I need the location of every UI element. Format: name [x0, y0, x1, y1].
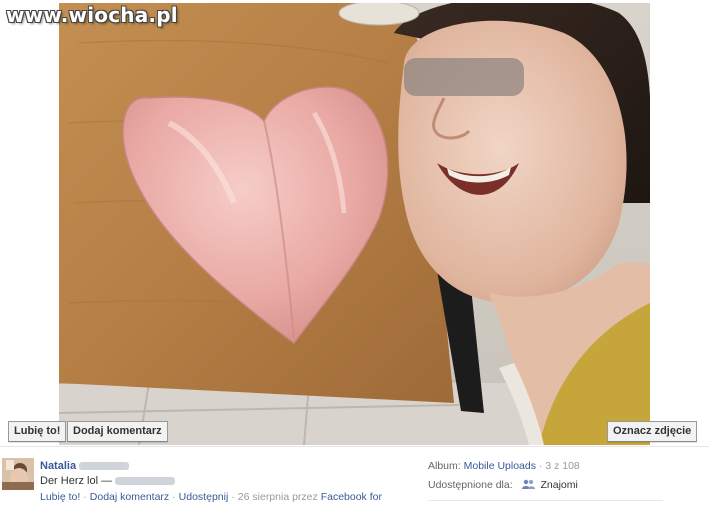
owner-name-link[interactable]: Natalia — [40, 460, 76, 472]
watermark-text: www.wiocha.pl — [6, 3, 178, 27]
separator: · — [83, 491, 87, 503]
separator: · — [172, 491, 176, 503]
redacted-tag — [115, 477, 176, 486]
like-link[interactable]: Lubię to! — [40, 491, 80, 503]
audience-value[interactable]: Znajomi — [541, 479, 578, 491]
album-label: Album: — [428, 460, 461, 472]
photo-stage: www.wiocha.pl Lubię to! Dodaj komentarz … — [0, 0, 709, 447]
tag-photo-button[interactable]: Oznacz zdjęcie — [607, 421, 698, 442]
post-actions: Lubię to! · Dodaj komentarz · Udostępnij · 26 … — [40, 491, 382, 503]
separator: · — [231, 491, 235, 503]
friends-icon — [521, 479, 535, 489]
avatar-image — [2, 458, 34, 490]
photo-image[interactable] — [59, 3, 650, 445]
add-comment-link[interactable]: Dodaj komentarz — [90, 491, 169, 503]
timestamp: 26 sierpnia przez — [237, 491, 318, 503]
photo-add-comment-button[interactable]: Dodaj komentarz — [67, 421, 168, 442]
photo-like-button[interactable]: Lubię to! — [8, 421, 67, 442]
album-link[interactable]: Mobile Uploads — [464, 460, 536, 472]
avatar[interactable] — [2, 458, 34, 490]
album-info: Album: Mobile Uploads · 3 z 108 — [428, 460, 580, 472]
share-link[interactable]: Udostępnij — [179, 491, 229, 503]
source-link[interactable]: Facebook for — [321, 491, 382, 503]
sharing-info: Udostępnione dla: Znajomi — [428, 479, 578, 491]
photo-position: · 3 z 108 — [538, 460, 580, 472]
photo-viewer: www.wiocha.pl Lubię to! Dodaj komentarz … — [0, 0, 709, 505]
post-owner: Natalia — [40, 460, 130, 472]
caption-text: Der Herz lol — — [40, 475, 113, 487]
sharing-label: Udostępnione dla: — [428, 479, 513, 491]
divider — [428, 500, 663, 501]
photo-caption: Der Herz lol — — [40, 475, 176, 487]
redacted-surname — [79, 462, 130, 471]
